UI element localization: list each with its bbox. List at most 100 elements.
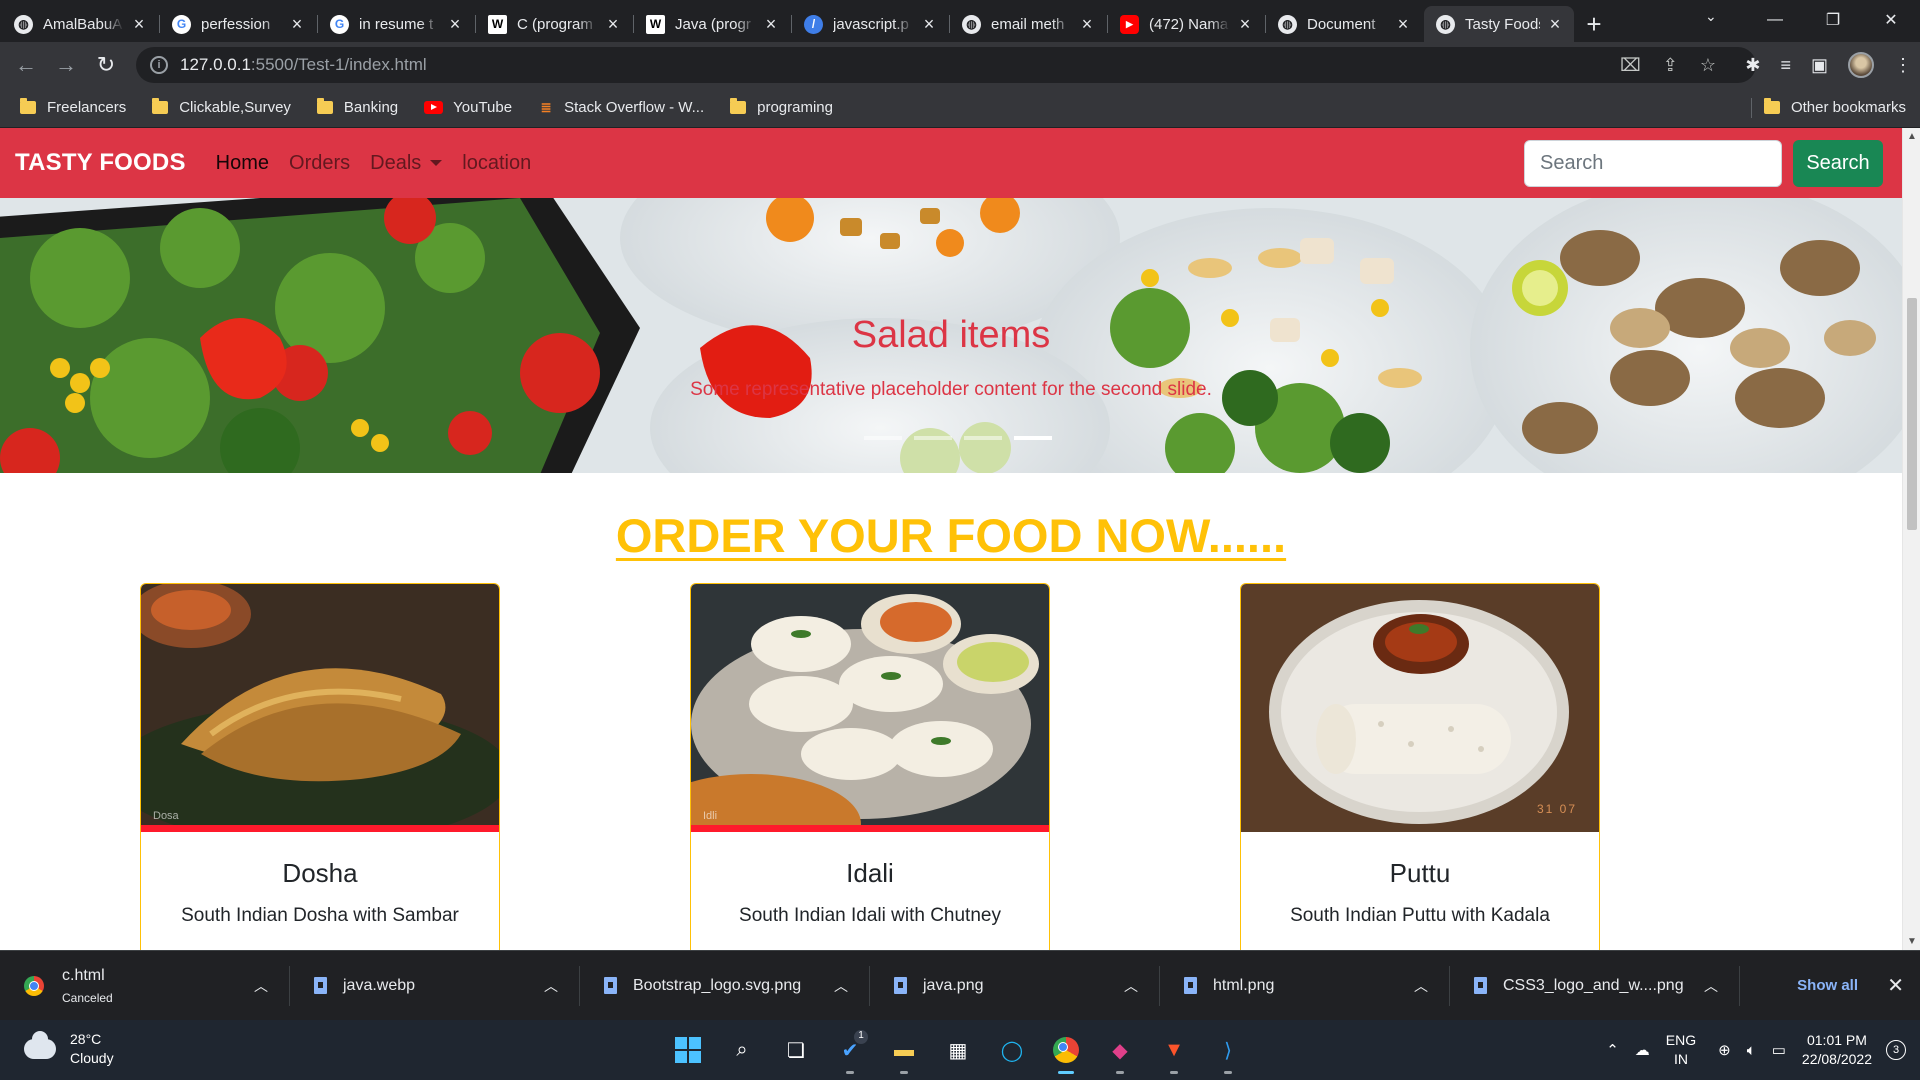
scroll-down-arrow-icon[interactable]: ▼ [1907, 936, 1917, 947]
notification-count-badge[interactable]: 3 [1886, 1040, 1906, 1060]
task-view-icon[interactable]: ❏ [776, 1030, 816, 1070]
close-icon[interactable]: × [288, 14, 306, 35]
tab-perfession[interactable]: G perfession × [160, 6, 318, 42]
order-heading-text: ORDER YOUR FOOD NOW...... [615, 509, 1287, 562]
vscode-insiders-icon[interactable]: ✔ 1 [830, 1030, 870, 1074]
tab-youtube[interactable]: ▶ (472) Nama × [1108, 6, 1266, 42]
close-icon[interactable]: × [446, 14, 464, 35]
media-queue-icon[interactable]: ≡ [1780, 55, 1791, 76]
onedrive-icon[interactable]: ☁ [1635, 1041, 1650, 1059]
battery-icon[interactable]: ▭ [1772, 1041, 1786, 1059]
download-item[interactable]: java.webp ︿ [290, 960, 580, 1012]
file-explorer-icon[interactable]: ▬ [884, 1030, 924, 1074]
window-close-button[interactable]: ✕ [1862, 0, 1920, 40]
media-app-icon[interactable]: ◆ [1100, 1030, 1140, 1074]
nav-location[interactable]: location [462, 152, 531, 175]
start-button[interactable] [668, 1030, 708, 1070]
share-icon[interactable]: ⇪ [1663, 55, 1678, 76]
carousel-indicator[interactable] [864, 436, 902, 440]
minimize-button[interactable]: — [1746, 0, 1804, 40]
restore-button[interactable]: ❐ [1804, 0, 1862, 40]
profile-avatar[interactable] [1848, 52, 1874, 78]
other-bookmarks[interactable]: Other bookmarks [1763, 98, 1906, 116]
close-icon[interactable]: × [1394, 14, 1412, 35]
new-tab-button[interactable]: + [1574, 6, 1614, 42]
carousel-indicator[interactable] [964, 436, 1002, 440]
site-info-icon[interactable]: i [150, 56, 168, 74]
brave-icon[interactable]: ▼ [1154, 1030, 1194, 1074]
site-brand[interactable]: TASTY FOODS [15, 149, 186, 177]
tab-email-method[interactable]: ◍ email meth × [950, 6, 1108, 42]
carousel-indicator-active[interactable] [1014, 436, 1052, 440]
bookmark-freelancers[interactable]: Freelancers [20, 98, 126, 116]
network-icon[interactable]: ⊕ [1718, 1041, 1731, 1059]
nav-orders[interactable]: Orders [289, 152, 350, 175]
scroll-up-arrow-icon[interactable]: ▲ [1907, 131, 1917, 142]
food-card-puttu[interactable]: 31 07 Puttu South Indian Puttu with Kada… [1240, 583, 1600, 950]
forward-button[interactable]: → [46, 45, 86, 85]
vscode-icon[interactable]: ⟩ [1208, 1030, 1248, 1074]
cortana-icon[interactable]: ◯ [992, 1030, 1032, 1070]
translate-icon[interactable]: ⌧ [1620, 55, 1641, 76]
side-panel-icon[interactable]: ▣ [1811, 55, 1828, 76]
search-icon[interactable]: ⌕ [722, 1030, 762, 1070]
food-card-dosha[interactable]: Dosa Dosha South Indian Dosha with Samba… [140, 583, 500, 950]
chevron-up-icon[interactable]: ︿ [1414, 976, 1428, 996]
bookmark-clickable-survey[interactable]: Clickable,Survey [152, 98, 291, 116]
page-scrollbar[interactable]: ▲ ▼ [1902, 128, 1920, 950]
menu-kebab-icon[interactable]: ⋮ [1894, 55, 1912, 76]
chevron-up-icon[interactable]: ︿ [254, 976, 268, 996]
volume-icon[interactable]: 🔈︎ [1747, 1042, 1756, 1059]
close-icon[interactable]: × [1546, 14, 1564, 35]
bookmark-youtube[interactable]: YouTube [424, 99, 512, 116]
tab-java-programming[interactable]: W Java (progr × [634, 6, 792, 42]
food-card-idali[interactable]: Idli Idali South Indian Idali with Chutn… [690, 583, 1050, 950]
close-icon[interactable]: × [1078, 14, 1096, 35]
bookmark-programing[interactable]: programing [730, 98, 833, 116]
chrome-taskbar-icon[interactable] [1046, 1030, 1086, 1074]
chevron-up-icon[interactable]: ︿ [1124, 976, 1138, 996]
clock[interactable]: 01:01 PM 22/08/2022 [1802, 1031, 1872, 1069]
tab-document[interactable]: ◍ Document × [1266, 6, 1422, 42]
carousel-indicator[interactable] [914, 436, 952, 440]
site-search-button[interactable]: Search [1793, 140, 1883, 187]
chevron-up-icon[interactable]: ︿ [1704, 976, 1718, 996]
tab-amalbabu[interactable]: ◍ AmalBabuA × [2, 6, 160, 42]
language-indicator[interactable]: ENG IN [1666, 1031, 1696, 1069]
close-icon[interactable]: × [1236, 14, 1254, 35]
chevron-up-icon[interactable]: ︿ [834, 976, 848, 996]
address-bar[interactable]: i 127.0.0.1:5500/Test-1/index.html ⌧ ⇪ ☆ [136, 47, 1756, 83]
bookmark-banking[interactable]: Banking [316, 98, 398, 116]
extensions-icon[interactable]: ✱ [1745, 55, 1760, 76]
download-item[interactable]: java.png ︿ [870, 960, 1160, 1012]
site-search-input[interactable] [1524, 140, 1782, 187]
download-filename: c.html [62, 966, 105, 984]
chevron-up-icon[interactable]: ⌃ [1606, 1041, 1619, 1059]
weather-widget[interactable]: 28°C Cloudy [24, 1030, 114, 1068]
close-icon[interactable]: × [604, 14, 622, 35]
nav-deals[interactable]: Deals [370, 152, 443, 175]
microsoft-store-icon[interactable]: ▦ [938, 1030, 978, 1070]
close-icon[interactable]: × [130, 14, 148, 35]
bookmark-star-icon[interactable]: ☆ [1700, 55, 1716, 76]
back-button[interactable]: ← [6, 45, 46, 85]
bookmark-stack-overflow[interactable]: ≣ Stack Overflow - W... [538, 99, 704, 116]
hero-carousel[interactable]: Salad items Some representative placehol… [0, 198, 1902, 473]
tab-javascript[interactable]: / javascript.p × [792, 6, 950, 42]
reload-button[interactable]: ↻ [86, 45, 126, 85]
close-icon[interactable]: × [762, 14, 780, 35]
close-downloads-icon[interactable]: ✕ [1887, 973, 1904, 998]
download-item[interactable]: CSS3_logo_and_w....png ︿ [1450, 960, 1740, 1012]
tab-in-resume[interactable]: G in resume t × [318, 6, 476, 42]
close-icon[interactable]: × [920, 14, 938, 35]
chevron-up-icon[interactable]: ︿ [544, 976, 558, 996]
nav-home[interactable]: Home [216, 152, 269, 175]
show-all-downloads-button[interactable]: Show all [1797, 977, 1858, 994]
tab-search-icon[interactable]: ⌄ [1705, 8, 1717, 25]
scrollbar-thumb[interactable] [1907, 298, 1917, 530]
download-item[interactable]: Bootstrap_logo.svg.png ︿ [580, 960, 870, 1012]
download-item[interactable]: html.png ︿ [1160, 960, 1450, 1012]
tab-tasty-foods[interactable]: ◍ Tasty Foods × [1424, 6, 1574, 42]
download-item[interactable]: c.html Canceled ︿ [0, 960, 290, 1012]
tab-c-programming[interactable]: W C (program × [476, 6, 634, 42]
